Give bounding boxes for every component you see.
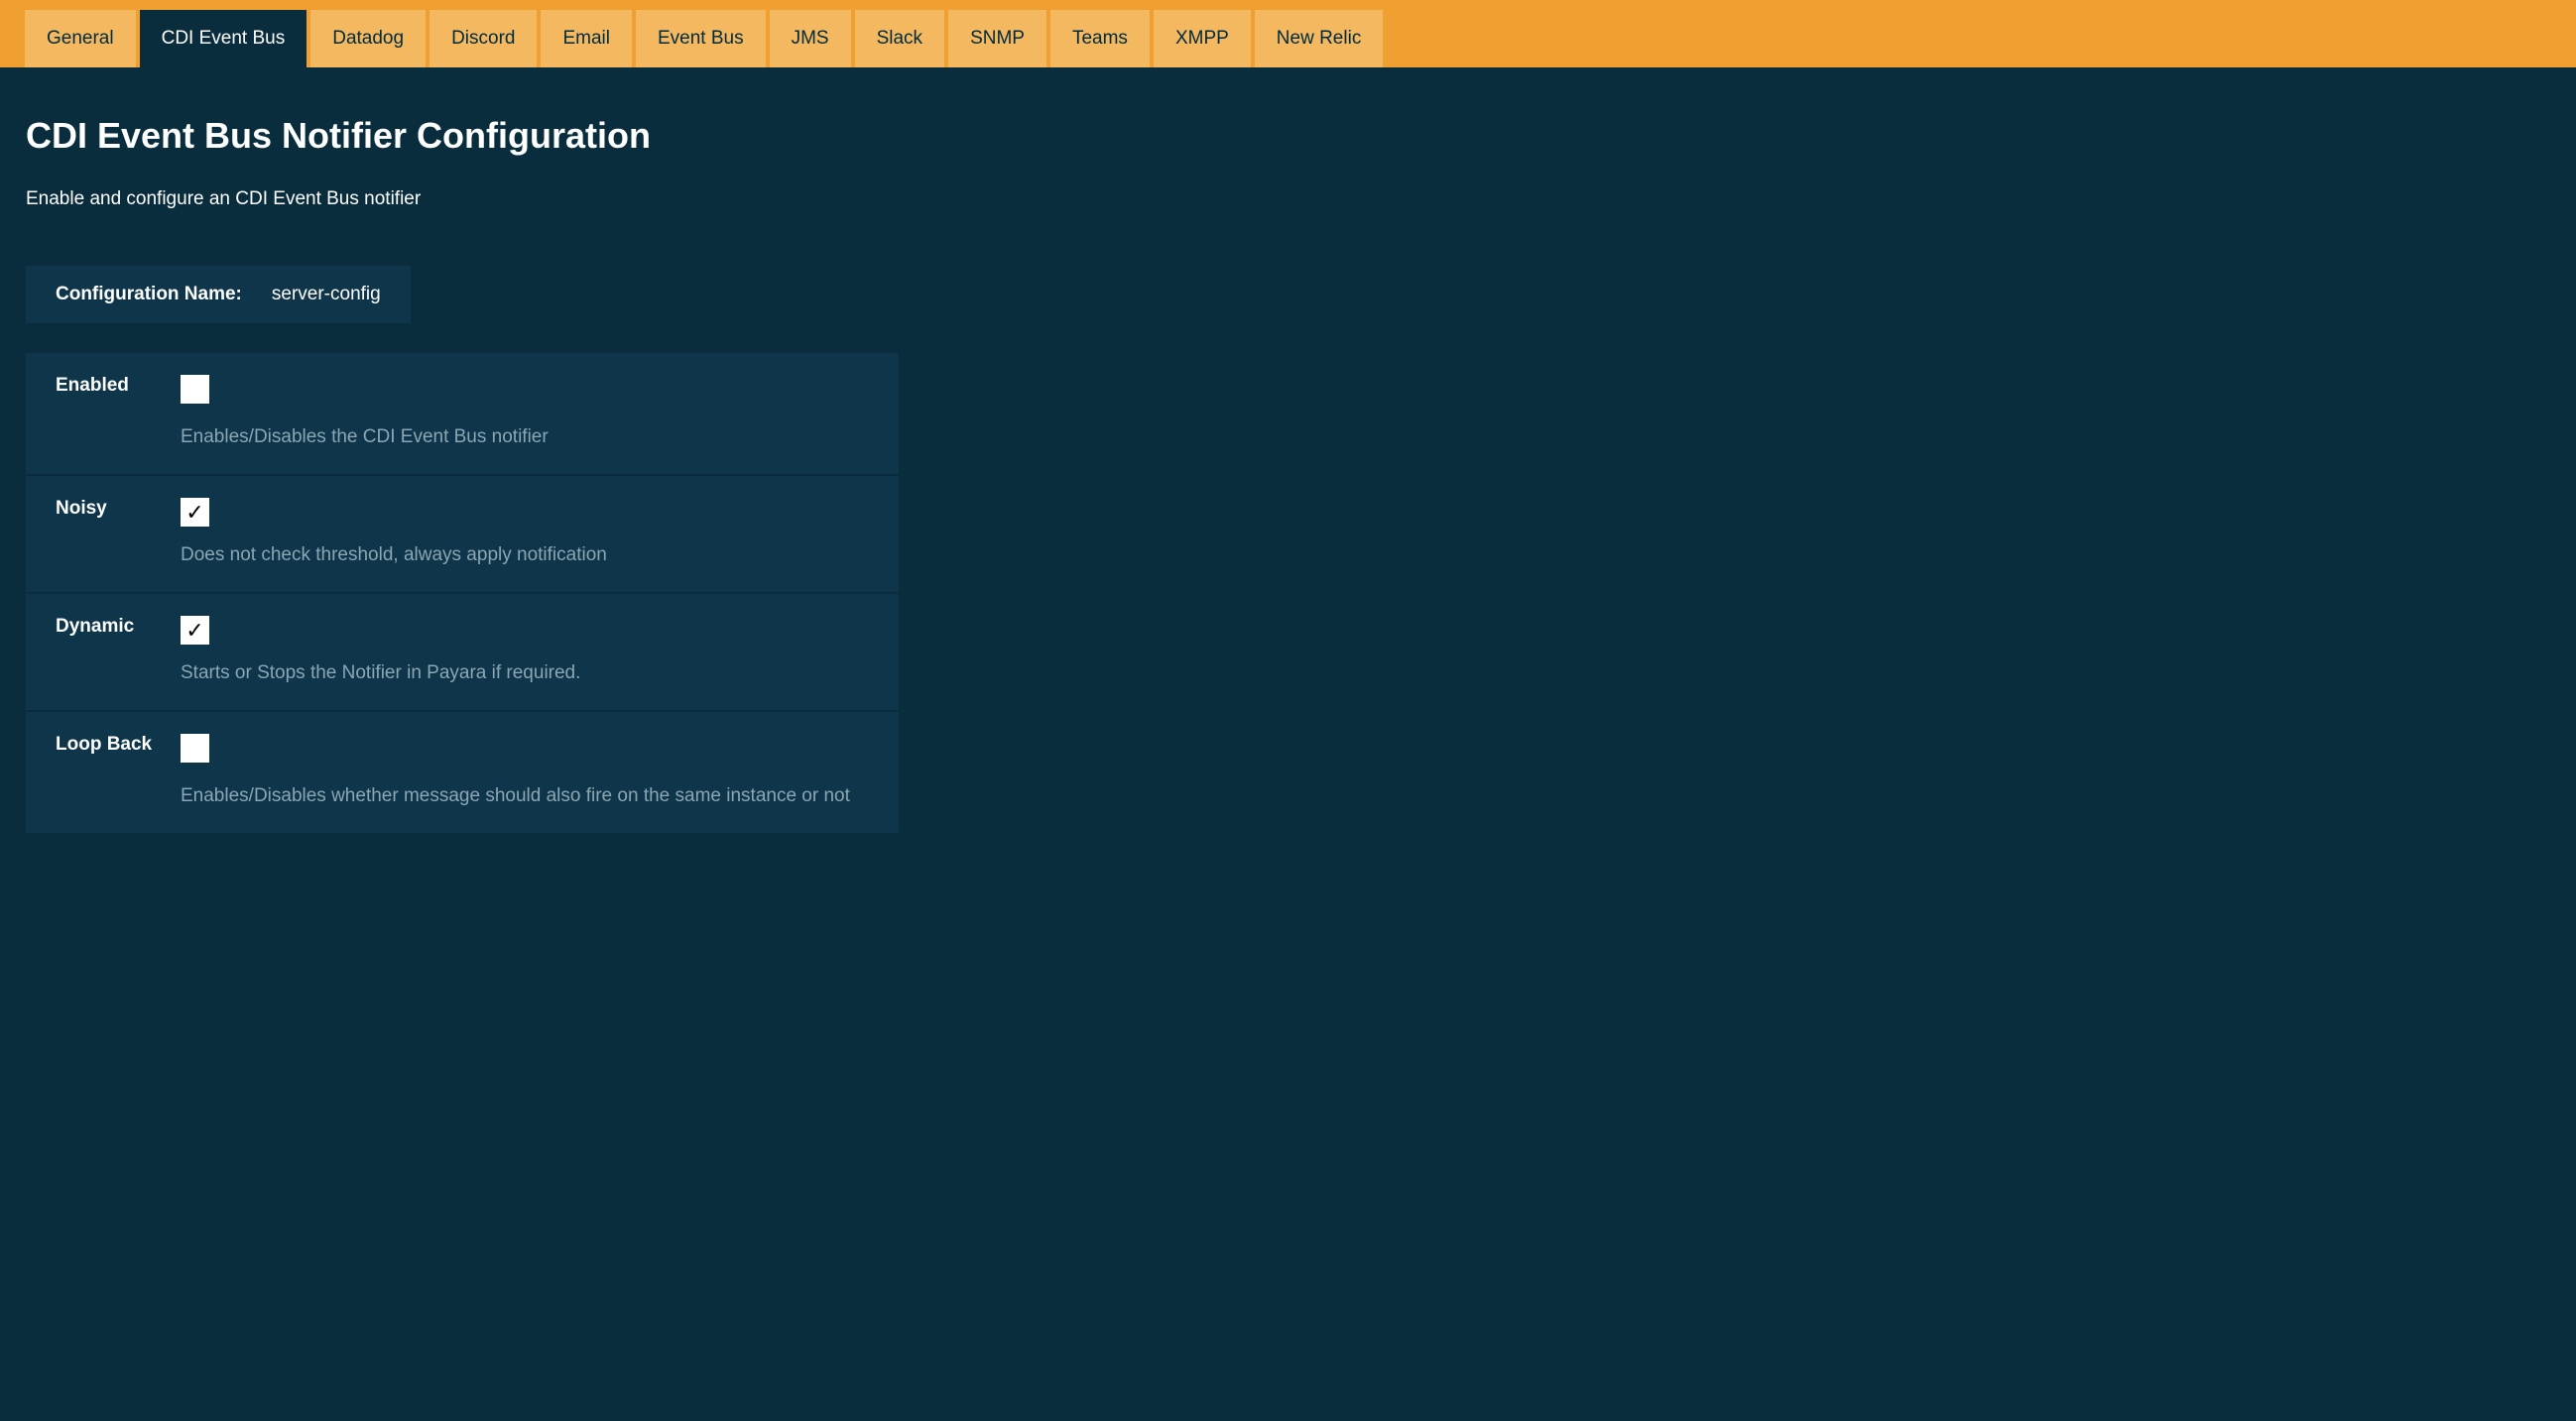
setting-label-loopback: Loop Back	[56, 734, 181, 756]
setting-row-enabled: Enabled Enables/Disables the CDI Event Bu…	[26, 353, 899, 476]
tab-discord[interactable]: Discord	[429, 10, 537, 67]
setting-row-dynamic: Dynamic Starts or Stops the Notifier in P…	[26, 594, 899, 712]
setting-row-loopback: Loop Back Enables/Disables whether messag…	[26, 712, 899, 835]
setting-row-noisy: Noisy Does not check threshold, always ap…	[26, 476, 899, 594]
setting-description-noisy: Does not check threshold, always apply n…	[181, 544, 869, 566]
setting-label-noisy: Noisy	[56, 498, 181, 520]
tab-event-bus[interactable]: Event Bus	[636, 10, 766, 67]
tab-cdi-event-bus[interactable]: CDI Event Bus	[140, 10, 307, 67]
settings-panel: Enabled Enables/Disables the CDI Event Bu…	[26, 353, 899, 835]
config-name-row: Configuration Name: server-config	[26, 266, 411, 323]
page-title: CDI Event Bus Notifier Configuration	[26, 115, 2550, 157]
checkbox-enabled[interactable]	[181, 375, 209, 404]
setting-description-enabled: Enables/Disables the CDI Event Bus notif…	[181, 426, 869, 448]
checkbox-noisy[interactable]	[181, 498, 209, 527]
tab-bar: GeneralCDI Event BusDatadogDiscordEmailE…	[0, 0, 2576, 67]
tab-datadog[interactable]: Datadog	[310, 10, 426, 67]
tab-email[interactable]: Email	[541, 10, 632, 67]
tab-general[interactable]: General	[25, 10, 136, 67]
setting-description-loopback: Enables/Disables whether message should …	[181, 785, 869, 807]
tab-jms[interactable]: JMS	[770, 10, 851, 67]
tab-slack[interactable]: Slack	[855, 10, 944, 67]
content-area: CDI Event Bus Notifier Configuration Ena…	[0, 67, 2576, 883]
config-name-label: Configuration Name:	[56, 284, 242, 305]
tab-new-relic[interactable]: New Relic	[1255, 10, 1384, 67]
checkbox-dynamic[interactable]	[181, 616, 209, 645]
setting-label-enabled: Enabled	[56, 375, 181, 397]
setting-label-dynamic: Dynamic	[56, 616, 181, 638]
tab-snmp[interactable]: SNMP	[948, 10, 1046, 67]
page-subtitle: Enable and configure an CDI Event Bus no…	[26, 188, 2550, 210]
config-name-value: server-config	[272, 284, 381, 305]
tab-teams[interactable]: Teams	[1050, 10, 1150, 67]
tab-xmpp[interactable]: XMPP	[1154, 10, 1251, 67]
setting-description-dynamic: Starts or Stops the Notifier in Payara i…	[181, 662, 869, 684]
checkbox-loopback[interactable]	[181, 734, 209, 763]
